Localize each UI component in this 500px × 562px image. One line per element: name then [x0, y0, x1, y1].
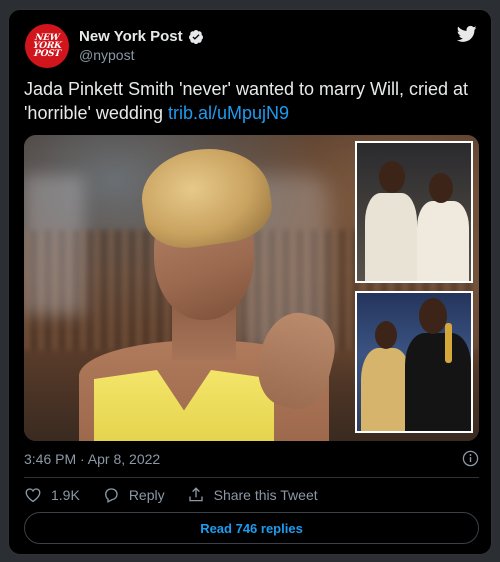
- avatar-line-3: POST: [33, 49, 61, 59]
- bride-dress: [417, 201, 469, 281]
- reply-icon: [104, 488, 118, 503]
- man-head-small: [419, 298, 447, 334]
- bride-head: [429, 173, 453, 203]
- tweet-timestamp[interactable]: 3:46 PM · Apr 8, 2022: [24, 451, 160, 467]
- twitter-bird-icon[interactable]: [456, 24, 478, 44]
- tweet-link[interactable]: trib.al/uMpujN9: [168, 103, 289, 123]
- action-bar: 1.9K Reply Share this Tweet: [24, 486, 318, 504]
- tweet-embed-card: NEW YORK POST New York Post @nypost Jada…: [8, 9, 492, 555]
- verified-badge-icon: [188, 29, 203, 44]
- author-block[interactable]: New York Post @nypost: [79, 28, 204, 63]
- reply-label: Reply: [128, 487, 165, 503]
- heart-icon: [25, 488, 41, 503]
- tweet-media-image[interactable]: [24, 135, 479, 441]
- read-replies-button[interactable]: Read 746 replies: [24, 512, 479, 544]
- reply-button[interactable]: Reply: [102, 486, 165, 504]
- background-light: [24, 175, 84, 315]
- groom-head: [379, 161, 405, 193]
- author-name[interactable]: New York Post: [79, 28, 183, 45]
- share-label: Share this Tweet: [213, 487, 318, 503]
- like-count: 1.9K: [51, 487, 80, 503]
- divider: [24, 477, 479, 478]
- tweet-text: Jada Pinkett Smith 'never' wanted to mar…: [24, 77, 480, 125]
- man-tuxedo: [405, 333, 471, 431]
- share-button[interactable]: Share this Tweet: [187, 486, 318, 504]
- share-icon: [188, 487, 203, 502]
- wedding-photo-inset: [355, 141, 473, 283]
- author-avatar[interactable]: NEW YORK POST: [25, 24, 69, 68]
- groom-white-suit: [365, 193, 417, 281]
- like-button[interactable]: 1.9K: [24, 486, 80, 504]
- timestamp-row: 3:46 PM · Apr 8, 2022: [24, 450, 479, 467]
- info-icon[interactable]: [462, 450, 479, 467]
- oscar-statuette: [445, 323, 452, 363]
- gold-gown: [361, 348, 411, 431]
- woman-head-small: [375, 321, 397, 349]
- red-carpet-photo-inset: [355, 291, 473, 433]
- author-handle[interactable]: @nypost: [79, 47, 204, 63]
